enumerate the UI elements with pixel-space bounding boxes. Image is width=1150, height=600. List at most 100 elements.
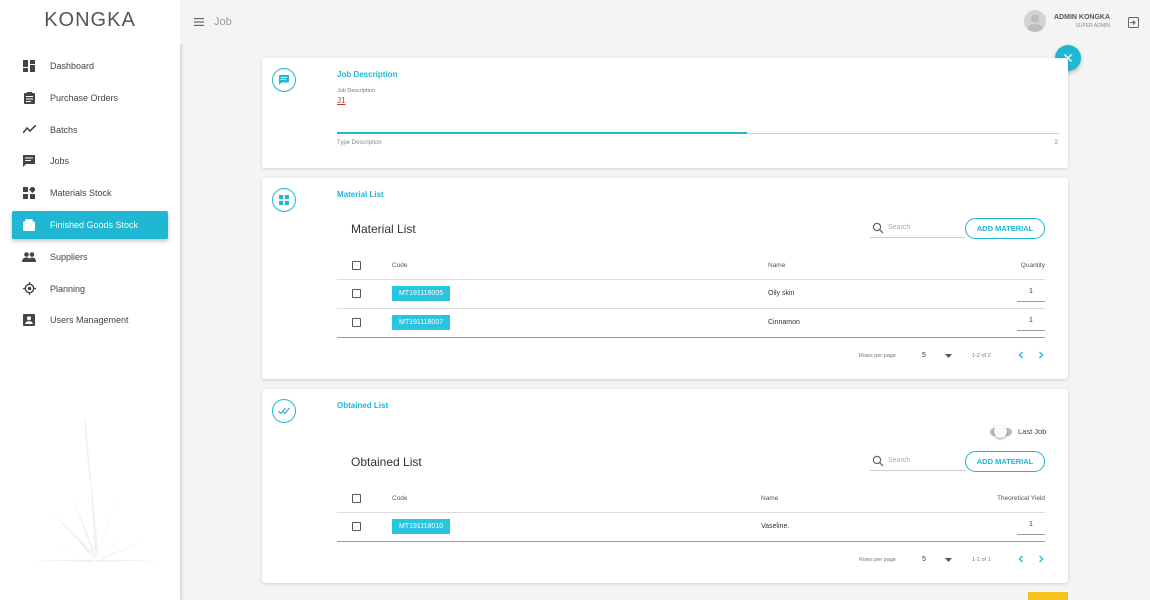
sidebar-item-planning[interactable]: Planning: [12, 275, 168, 303]
row-checkbox[interactable]: [352, 522, 361, 531]
chevron-left-icon[interactable]: [1017, 351, 1025, 359]
input-underline-active: [337, 132, 747, 134]
logout-icon[interactable]: [1128, 15, 1140, 28]
clipboard-icon: [22, 91, 36, 105]
table-header: Code Name Quantity: [337, 252, 1045, 280]
quantity-input[interactable]: 1: [1017, 314, 1045, 331]
quantity-input[interactable]: 1: [1017, 285, 1045, 302]
caret-down-icon[interactable]: [945, 558, 952, 563]
search-icon: [872, 222, 884, 233]
sidebar-item-suppliers[interactable]: Suppliers: [12, 243, 168, 271]
rows-per-page-label: Rows per page: [859, 557, 896, 563]
column-code: Code: [392, 495, 408, 502]
sidebar-item-materials-stock[interactable]: Materials Stock: [12, 179, 168, 207]
user-menu[interactable]: ADMIN KONGKA SUPER ADMIN: [1024, 10, 1110, 32]
page-range: 1-2 of 2: [972, 353, 991, 359]
column-code: Code: [392, 262, 408, 269]
table-header: Code Name Theoretical Yield: [337, 485, 1045, 513]
add-material-button[interactable]: ADD MATERIAL: [965, 218, 1045, 239]
sidebar-item-label: Jobs: [50, 156, 70, 167]
job-description-card: Job Description Job Description J1 Type …: [262, 58, 1068, 168]
sidebar-item-label: Materials Stock: [50, 188, 112, 199]
sidebar-item-label: Purchase Orders: [50, 92, 119, 103]
chevron-right-icon[interactable]: [1037, 351, 1045, 359]
code-chip[interactable]: MT191118005: [392, 286, 451, 301]
toggle-track[interactable]: [990, 424, 1012, 438]
inventory-icon: [22, 218, 36, 232]
trending-icon: [22, 123, 36, 137]
sidebar-item-dashboard[interactable]: Dashboard: [12, 52, 168, 80]
search-input[interactable]: Search: [870, 218, 965, 238]
sidebar-item-label: Planning: [50, 283, 86, 294]
code-chip[interactable]: MT191118007: [392, 315, 451, 330]
toggle-knob[interactable]: [994, 424, 1007, 438]
sidebar-item-users-management[interactable]: Users Management: [12, 306, 168, 334]
sidebar-item-label: Dashboard: [50, 61, 95, 71]
add-material-button[interactable]: ADD MATERIAL: [965, 451, 1045, 472]
material-table: Code Name Quantity MT191118005 Oily skin…: [337, 252, 1045, 338]
row-checkbox[interactable]: [352, 289, 361, 298]
message-icon: [272, 68, 296, 92]
top-header: Job ADMIN KONGKA SUPER ADMIN: [180, 0, 1150, 44]
card-title: Obtained List: [337, 401, 389, 410]
caret-down-icon[interactable]: [945, 354, 952, 359]
column-name: Name: [768, 262, 786, 269]
search-placeholder: Search: [888, 224, 911, 231]
code-chip[interactable]: MT191118010: [392, 519, 451, 534]
user-role: SUPER ADMIN: [1075, 22, 1110, 29]
save-button[interactable]: [1028, 592, 1068, 600]
char-count: 2: [1054, 140, 1058, 146]
chevron-right-icon[interactable]: [1037, 555, 1045, 563]
sidebar-item-jobs[interactable]: Jobs: [12, 147, 168, 175]
table-title: Obtained List: [351, 455, 422, 469]
sidebar-item-label: Suppliers: [50, 251, 88, 262]
people-icon: [22, 250, 36, 264]
sidebar-item-purchase-orders[interactable]: Purchase Orders: [12, 84, 168, 112]
search-input[interactable]: Search: [870, 451, 965, 471]
search-icon: [872, 455, 884, 466]
sidebar-nav: Dashboard Purchase Orders Batchs Jobs Ma…: [0, 52, 180, 334]
table-row[interactable]: MT191118010 Vaseline. 1: [337, 513, 1045, 542]
select-all-checkbox[interactable]: [352, 494, 361, 503]
column-name: Name: [761, 495, 779, 502]
account-box-icon: [22, 313, 36, 327]
job-description-input[interactable]: J1: [337, 96, 345, 105]
sidebar-item-batchs[interactable]: Batchs: [12, 116, 168, 144]
column-theoretical-yield: Theoretical Yield: [996, 495, 1045, 502]
sidebar: KONGKA Dashboard Purchase Orders Batchs …: [0, 0, 180, 600]
toggle-label: Last Job: [1018, 427, 1047, 436]
row-checkbox[interactable]: [352, 318, 361, 327]
sidebar-item-label: Batchs: [50, 124, 78, 135]
column-quantity: Quantity: [1020, 262, 1045, 269]
table-row[interactable]: MT191118005 Oily skin 1: [337, 280, 1045, 309]
rows-per-page-select[interactable]: 5: [922, 352, 926, 359]
job-description-label: Job Description: [337, 88, 375, 94]
last-job-toggle[interactable]: Last Job: [984, 424, 1047, 438]
brand-logo: KONGKA: [44, 9, 136, 31]
avatar[interactable]: [1024, 10, 1046, 32]
table-title: Material List: [351, 222, 416, 236]
chevron-left-icon[interactable]: [1017, 555, 1025, 563]
rows-per-page-select[interactable]: 5: [922, 556, 926, 563]
sidebar-item-finished-goods-stock[interactable]: Finished Goods Stock: [12, 210, 168, 239]
card-title: Material List: [337, 190, 384, 199]
user-name: ADMIN KONGKA: [1054, 13, 1110, 21]
table-row[interactable]: MT191118007 Cinnamon 1: [337, 309, 1045, 338]
row-name: Vaseline.: [761, 523, 790, 530]
pagination: Rows per page 5 1-2 of 2: [337, 342, 1045, 370]
search-placeholder: Search: [888, 457, 911, 464]
dashboard-icon: [22, 59, 36, 73]
yield-input[interactable]: 1: [1017, 518, 1045, 535]
rows-per-page-label: Rows per page: [859, 353, 896, 359]
pagination: Rows per page 5 1-1 of 1: [337, 546, 1045, 574]
menu-icon[interactable]: [192, 15, 206, 29]
select-all-checkbox[interactable]: [352, 261, 361, 270]
widgets-icon: [22, 186, 36, 200]
plant-illustration: [30, 420, 160, 562]
message-icon: [22, 154, 36, 168]
double-check-icon: [272, 399, 296, 423]
row-name: Oily skin: [768, 290, 795, 297]
sidebar-item-label: Users Management: [50, 315, 129, 326]
card-title: Job Description: [337, 70, 398, 79]
material-list-card: Material List Material List Search ADD M…: [262, 178, 1068, 379]
